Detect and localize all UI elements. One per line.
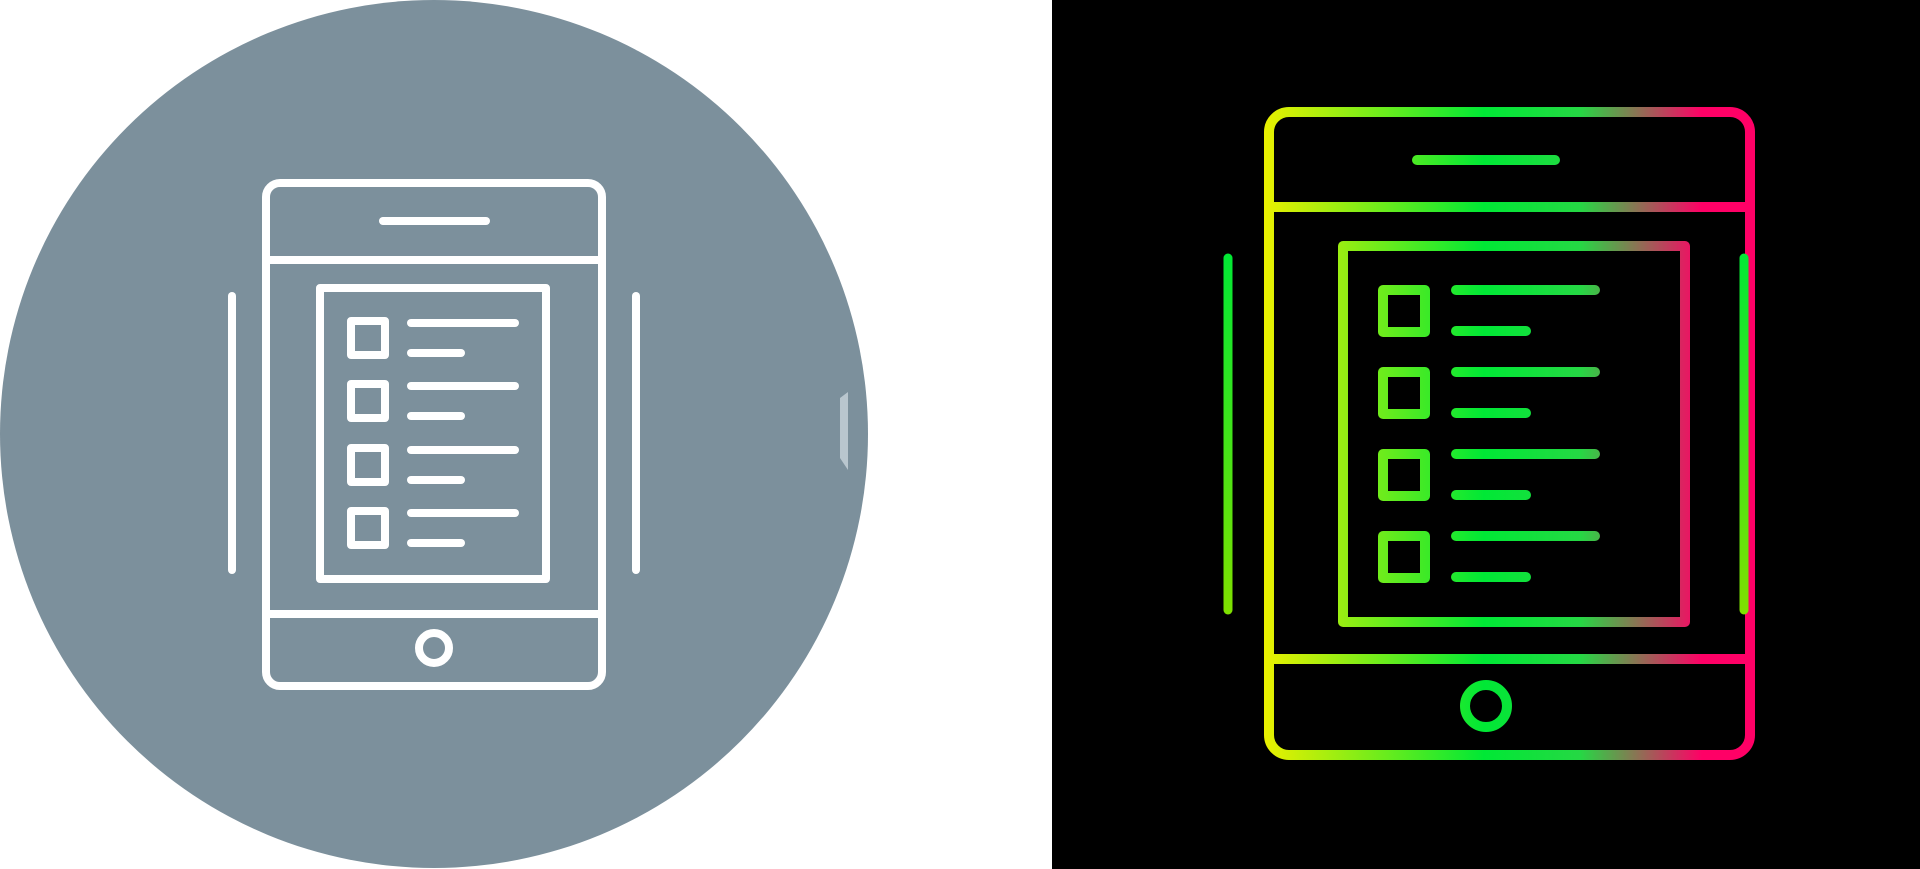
tablet-checklist-icon <box>1264 107 1755 760</box>
dark-variant-panel <box>1052 0 1920 869</box>
light-variant-panel <box>0 0 1052 869</box>
checkbox-icon <box>1378 285 1430 337</box>
checklist-row-2 <box>1378 367 1600 419</box>
checkbox-icon <box>1378 367 1430 419</box>
circle-highlight <box>840 392 848 470</box>
checklist-row-4 <box>1378 531 1600 583</box>
home-button-icon <box>1460 680 1512 732</box>
screen-document <box>1338 241 1690 627</box>
checkbox-icon <box>1378 531 1430 583</box>
checklist-row-1 <box>1378 285 1600 337</box>
dark-variant-svg <box>1223 107 1755 760</box>
checklist-row-3 <box>1378 449 1600 501</box>
checkbox-icon <box>1378 449 1430 501</box>
light-variant-svg <box>0 0 868 868</box>
icon-variants-canvas <box>0 0 1920 869</box>
background-circle <box>0 0 868 868</box>
